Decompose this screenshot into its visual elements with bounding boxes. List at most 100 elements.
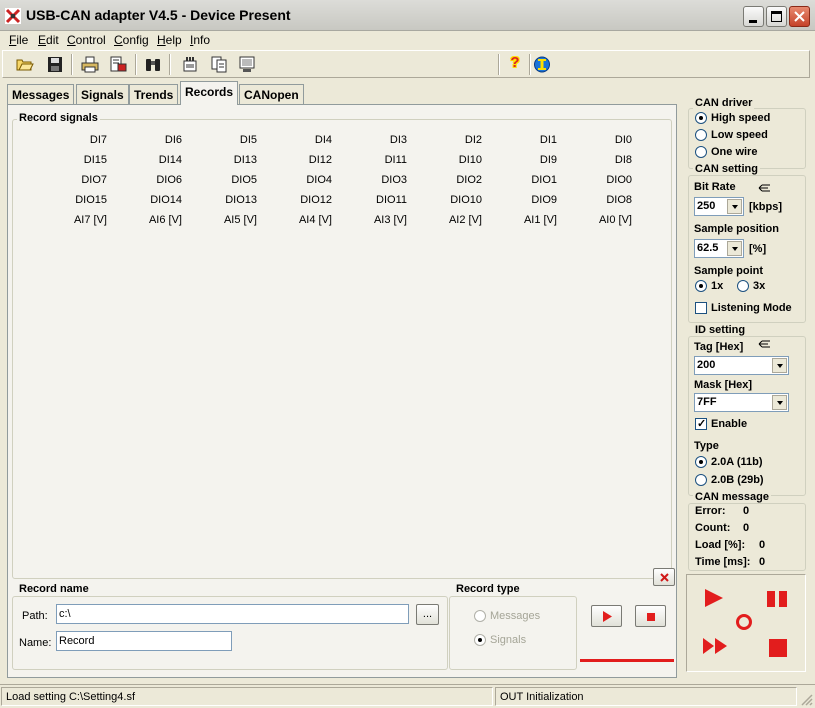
menu-config[interactable]: Config <box>114 33 149 47</box>
hand-pointer-icon[interactable] <box>758 339 772 350</box>
signal-label[interactable]: DIO10 <box>442 194 482 206</box>
signal-label[interactable]: DIO4 <box>292 174 332 186</box>
signal-label[interactable]: AI2 [V] <box>442 214 482 226</box>
fast-forward-icon[interactable] <box>702 637 728 655</box>
signal-label[interactable]: DI9 <box>517 154 557 166</box>
signal-label[interactable]: DIO5 <box>217 174 257 186</box>
print-icon[interactable] <box>81 56 99 73</box>
chevron-down-icon[interactable] <box>772 358 787 373</box>
sample-point-3x-radio[interactable] <box>737 280 749 292</box>
stop-icon[interactable] <box>769 639 787 657</box>
signal-label[interactable]: DIO9 <box>517 194 557 206</box>
type-extended-radio[interactable] <box>695 474 707 486</box>
signal-label[interactable]: DI11 <box>367 154 407 166</box>
driver-low-speed-radio[interactable] <box>695 129 707 141</box>
signal-label[interactable]: DIO0 <box>592 174 632 186</box>
listening-mode-checkbox[interactable] <box>695 302 707 314</box>
signal-label[interactable]: DIO2 <box>442 174 482 186</box>
open-folder-icon[interactable] <box>16 56 34 73</box>
clear-button[interactable] <box>653 568 675 586</box>
signal-label[interactable]: DI5 <box>217 134 257 146</box>
signal-label[interactable]: DI7 <box>67 134 107 146</box>
chevron-down-icon[interactable] <box>727 199 742 214</box>
signal-label[interactable]: AI6 [V] <box>142 214 182 226</box>
type-standard-radio[interactable] <box>695 456 707 468</box>
tag-select[interactable]: 200 <box>694 356 789 375</box>
find-binoculars-icon[interactable] <box>144 56 162 73</box>
record-type-signals-radio[interactable] <box>474 634 486 646</box>
menu-control[interactable]: Control <box>67 33 106 47</box>
signal-label[interactable]: AI5 [V] <box>217 214 257 226</box>
chevron-down-icon[interactable] <box>772 395 787 410</box>
signal-label[interactable]: DI13 <box>217 154 257 166</box>
menu-info[interactable]: Info <box>190 33 210 47</box>
signal-label[interactable]: DI12 <box>292 154 332 166</box>
signal-label[interactable]: DI2 <box>442 134 482 146</box>
signal-label[interactable]: DI14 <box>142 154 182 166</box>
print-preview-icon[interactable] <box>109 56 127 73</box>
record-play-button[interactable] <box>591 605 622 627</box>
driver-high-speed-radio[interactable] <box>695 112 707 124</box>
info-icon[interactable] <box>533 56 551 73</box>
signal-label[interactable]: DI3 <box>367 134 407 146</box>
browse-button[interactable]: ... <box>416 604 439 625</box>
record-stop-button[interactable] <box>635 605 666 627</box>
driver-one-wire-radio[interactable] <box>695 146 707 158</box>
signal-label[interactable]: DIO8 <box>592 194 632 206</box>
menu-file[interactable]: File <box>9 33 28 47</box>
resize-grip-icon[interactable] <box>800 693 813 706</box>
hand-pointer-icon[interactable] <box>758 183 772 194</box>
path-input[interactable] <box>56 604 409 624</box>
signal-label[interactable]: DIO14 <box>142 194 182 206</box>
signal-label[interactable]: AI3 [V] <box>367 214 407 226</box>
minimize-button[interactable] <box>743 6 764 27</box>
menu-help[interactable]: Help <box>157 33 182 47</box>
signal-label[interactable]: DIO15 <box>67 194 107 206</box>
copy-pages-icon[interactable] <box>210 56 228 73</box>
record-type-messages-radio[interactable] <box>474 610 486 622</box>
signal-label[interactable]: DIO3 <box>367 174 407 186</box>
tab-messages[interactable]: Messages <box>7 84 75 104</box>
signal-label[interactable]: DIO7 <box>67 174 107 186</box>
record-icon[interactable] <box>735 613 753 631</box>
save-disk-icon[interactable] <box>46 56 64 73</box>
play-icon[interactable] <box>704 588 724 608</box>
signal-label[interactable]: DIO12 <box>292 194 332 206</box>
chevron-down-icon[interactable] <box>727 241 742 256</box>
name-input[interactable] <box>56 631 232 651</box>
mask-select[interactable]: 7FF <box>694 393 789 412</box>
close-button[interactable] <box>789 6 810 27</box>
signal-label[interactable]: AI0 [V] <box>592 214 632 226</box>
signal-label[interactable]: AI1 [V] <box>517 214 557 226</box>
signal-label[interactable]: AI4 [V] <box>292 214 332 226</box>
signal-label[interactable]: DIO11 <box>367 194 407 206</box>
device-icon[interactable] <box>181 56 199 73</box>
signal-label[interactable]: DI10 <box>442 154 482 166</box>
tab-trends[interactable]: Trends <box>129 84 179 104</box>
sample-point-1x-radio[interactable] <box>695 280 707 292</box>
signal-label[interactable]: DI1 <box>517 134 557 146</box>
enable-checkbox[interactable] <box>695 417 707 430</box>
signal-label[interactable]: DIO13 <box>217 194 257 206</box>
maximize-button[interactable] <box>766 6 787 27</box>
signal-label[interactable]: DI4 <box>292 134 332 146</box>
signal-label[interactable]: DI6 <box>142 134 182 146</box>
signal-label[interactable]: DIO6 <box>142 174 182 186</box>
help-icon[interactable]: ? <box>505 54 525 71</box>
pause-icon[interactable] <box>766 590 788 608</box>
title-bar[interactable]: USB-CAN adapter V4.5 - Device Present <box>0 0 815 31</box>
can-setting-title: CAN setting <box>693 163 760 175</box>
bit-rate-select[interactable]: 250 <box>694 197 744 216</box>
menu-edit[interactable]: Edit <box>38 33 59 47</box>
signal-label[interactable]: AI7 [V] <box>67 214 107 226</box>
tab-records[interactable]: Records <box>180 81 239 105</box>
signal-label[interactable]: DIO1 <box>517 174 557 186</box>
sample-position-select[interactable]: 62.5 <box>694 239 744 258</box>
tab-signals[interactable]: Signals <box>76 84 129 104</box>
signal-label[interactable]: DI0 <box>592 134 632 146</box>
signal-label[interactable]: DI8 <box>592 154 632 166</box>
signal-label[interactable]: DI15 <box>67 154 107 166</box>
time-value: 0 <box>759 556 766 568</box>
tab-canopen[interactable]: CANopen <box>239 84 304 104</box>
monitor-icon[interactable] <box>238 56 256 73</box>
